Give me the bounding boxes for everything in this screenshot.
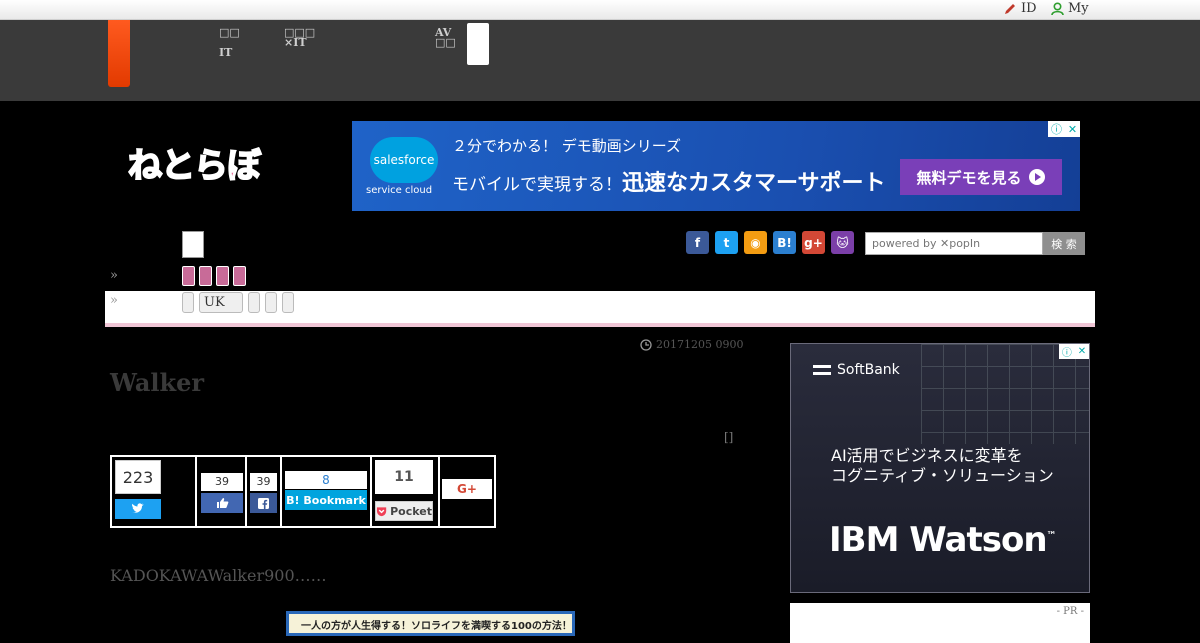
category-tag[interactable] — [199, 266, 212, 286]
category-tag[interactable] — [216, 266, 229, 286]
ad-headline-2b: 迅速なカスタマーサポート — [622, 171, 886, 196]
pocket-button[interactable]: Pocket — [375, 501, 433, 521]
pocket-icon — [376, 506, 387, 516]
id-link-label: ID — [1021, 1, 1037, 16]
nav-item-1-line1: □□ — [219, 26, 240, 39]
home-tab[interactable] — [108, 20, 130, 87]
category-tags — [182, 266, 246, 286]
share-facebook[interactable]: 39 — [247, 457, 282, 526]
hatena-count: 8 — [285, 471, 367, 489]
twitter-icon — [132, 503, 144, 513]
ad-side-close-icon[interactable]: ✕ — [1078, 346, 1086, 357]
ad-cta-label: 無料デモを見る — [916, 168, 1022, 187]
ad-product-name: IBM Watson™ — [829, 520, 1057, 560]
ad-side-line2: コグニティブ・ソリューション — [831, 466, 1054, 485]
ad-brand-sub: service cloud — [366, 185, 433, 196]
site-logo[interactable]: ねとらぼ — [127, 138, 262, 187]
facebook-icon[interactable]: f — [686, 231, 709, 254]
nav-item-1-line2: IT — [219, 46, 233, 59]
breadcrumb-separator-2: » — [110, 293, 118, 308]
rss-icon[interactable]: ◉ — [744, 231, 767, 254]
tab-1[interactable] — [182, 292, 194, 313]
ad-product-mark: ™ — [1046, 530, 1057, 542]
ad-side-controls: ⓘ ✕ — [1059, 344, 1089, 359]
menu-toggle-button[interactable] — [182, 231, 204, 258]
play-icon — [1028, 169, 1045, 185]
pr-label: - PR - — [1056, 606, 1084, 617]
social-links: f t ◉ B! g+ 🐱 — [686, 231, 854, 254]
twitter-count: 223 — [115, 460, 161, 494]
twitter-icon[interactable]: t — [715, 231, 738, 254]
tab-4[interactable] — [265, 292, 277, 313]
category-tag[interactable] — [233, 266, 246, 286]
article-title: Walker — [110, 368, 205, 397]
ad-side-info-icon[interactable]: ⓘ — [1062, 344, 1072, 359]
top-strip: ID My — [0, 0, 1200, 20]
pencil-icon — [1005, 3, 1015, 14]
nav-item-1[interactable]: □□ IT — [219, 26, 240, 60]
cat-icon[interactable]: 🐱 — [831, 231, 854, 254]
my-link[interactable]: My — [1051, 1, 1089, 16]
share-hatena[interactable]: 8 B! Bookmark — [282, 457, 372, 526]
thumbs-up-icon — [216, 498, 228, 508]
region-tabs: UK — [182, 292, 294, 313]
article-bracket: [] — [724, 430, 734, 444]
pocket-count: 11 — [375, 460, 433, 494]
twitter-button[interactable] — [115, 499, 161, 519]
fb-count: 39 — [250, 473, 277, 491]
facebook-button[interactable] — [250, 493, 277, 513]
clock-icon — [640, 338, 652, 351]
share-buttons: 223 39 39 8 B! Bookmark 11 Pocket G+ — [110, 455, 496, 528]
ad-brand: SoftBank — [813, 362, 900, 378]
ad-pattern — [921, 344, 1089, 444]
id-link[interactable]: ID — [1003, 1, 1037, 16]
article-lead: KADOKAWAWalker900…… — [110, 566, 327, 585]
pr-box: - PR - — [790, 603, 1090, 643]
tab-5[interactable] — [282, 292, 294, 313]
nav-item-3-line2: □□ — [435, 36, 456, 49]
site-search: 検 索 — [865, 232, 1085, 255]
facebook-icon — [258, 497, 269, 509]
softbank-logo-icon — [813, 365, 831, 375]
nav-item-3[interactable]: AV □□ — [435, 26, 456, 50]
header: □□ IT □□□ ×IT AV □□ — [0, 20, 1200, 101]
sub-nav-band: » UK — [105, 291, 1095, 327]
share-like[interactable]: 39 — [197, 457, 247, 526]
share-pocket[interactable]: 11 Pocket — [372, 457, 440, 526]
like-button[interactable] — [201, 493, 243, 513]
side-ad[interactable]: SoftBank AI活用でビジネスに変革を コグニティブ・ソリューション IB… — [790, 343, 1090, 593]
article-date: 20171205 0900 — [640, 338, 743, 351]
ad-controls: ⓘ ✕ — [1048, 121, 1080, 137]
pocket-label: Pocket — [390, 504, 432, 518]
ad-headline-2a: モバイルで実現する！ — [452, 175, 622, 195]
gplus-button[interactable]: G+ — [442, 479, 492, 499]
article-image[interactable]: 一人の方が人生得する！ソロライフを満喫する100の方法！ — [286, 611, 575, 636]
ad-headline-2: モバイルで実現する！迅速なカスタマーサポート — [452, 165, 886, 197]
tab-uk[interactable]: UK — [199, 292, 243, 313]
nav-search-box[interactable] — [467, 23, 489, 65]
ad-close-icon[interactable]: ✕ — [1068, 123, 1077, 136]
ad-info-icon[interactable]: ⓘ — [1051, 121, 1062, 137]
ad-product: IBM Watson — [829, 520, 1048, 560]
search-button[interactable]: 検 索 — [1043, 232, 1085, 255]
nav-item-2[interactable]: □□□ ×IT — [284, 26, 315, 50]
tab-3[interactable] — [248, 292, 260, 313]
ad-headline-1: ２分でわかる！ デモ動画シリーズ — [452, 137, 682, 155]
user-icon — [1051, 1, 1064, 15]
top-banner-ad[interactable]: salesforce service cloud ２分でわかる！ デモ動画シリー… — [352, 121, 1080, 211]
ad-brand-logo: salesforce — [370, 137, 438, 183]
share-twitter[interactable]: 223 — [112, 457, 197, 526]
article-date-text: 20171205 0900 — [656, 338, 744, 351]
hatena-button[interactable]: B! Bookmark — [285, 490, 367, 510]
hatena-icon[interactable]: B! — [773, 231, 796, 254]
like-count: 39 — [201, 473, 243, 491]
share-gplus[interactable]: G+ — [440, 457, 494, 526]
search-input[interactable] — [865, 232, 1043, 255]
my-link-label: My — [1068, 1, 1089, 16]
ad-brand-name: SoftBank — [837, 362, 900, 378]
category-tag[interactable] — [182, 266, 195, 286]
ad-cta-button[interactable]: 無料デモを見る — [900, 159, 1062, 195]
breadcrumb-separator: » — [110, 268, 118, 283]
googleplus-icon[interactable]: g+ — [802, 231, 825, 254]
